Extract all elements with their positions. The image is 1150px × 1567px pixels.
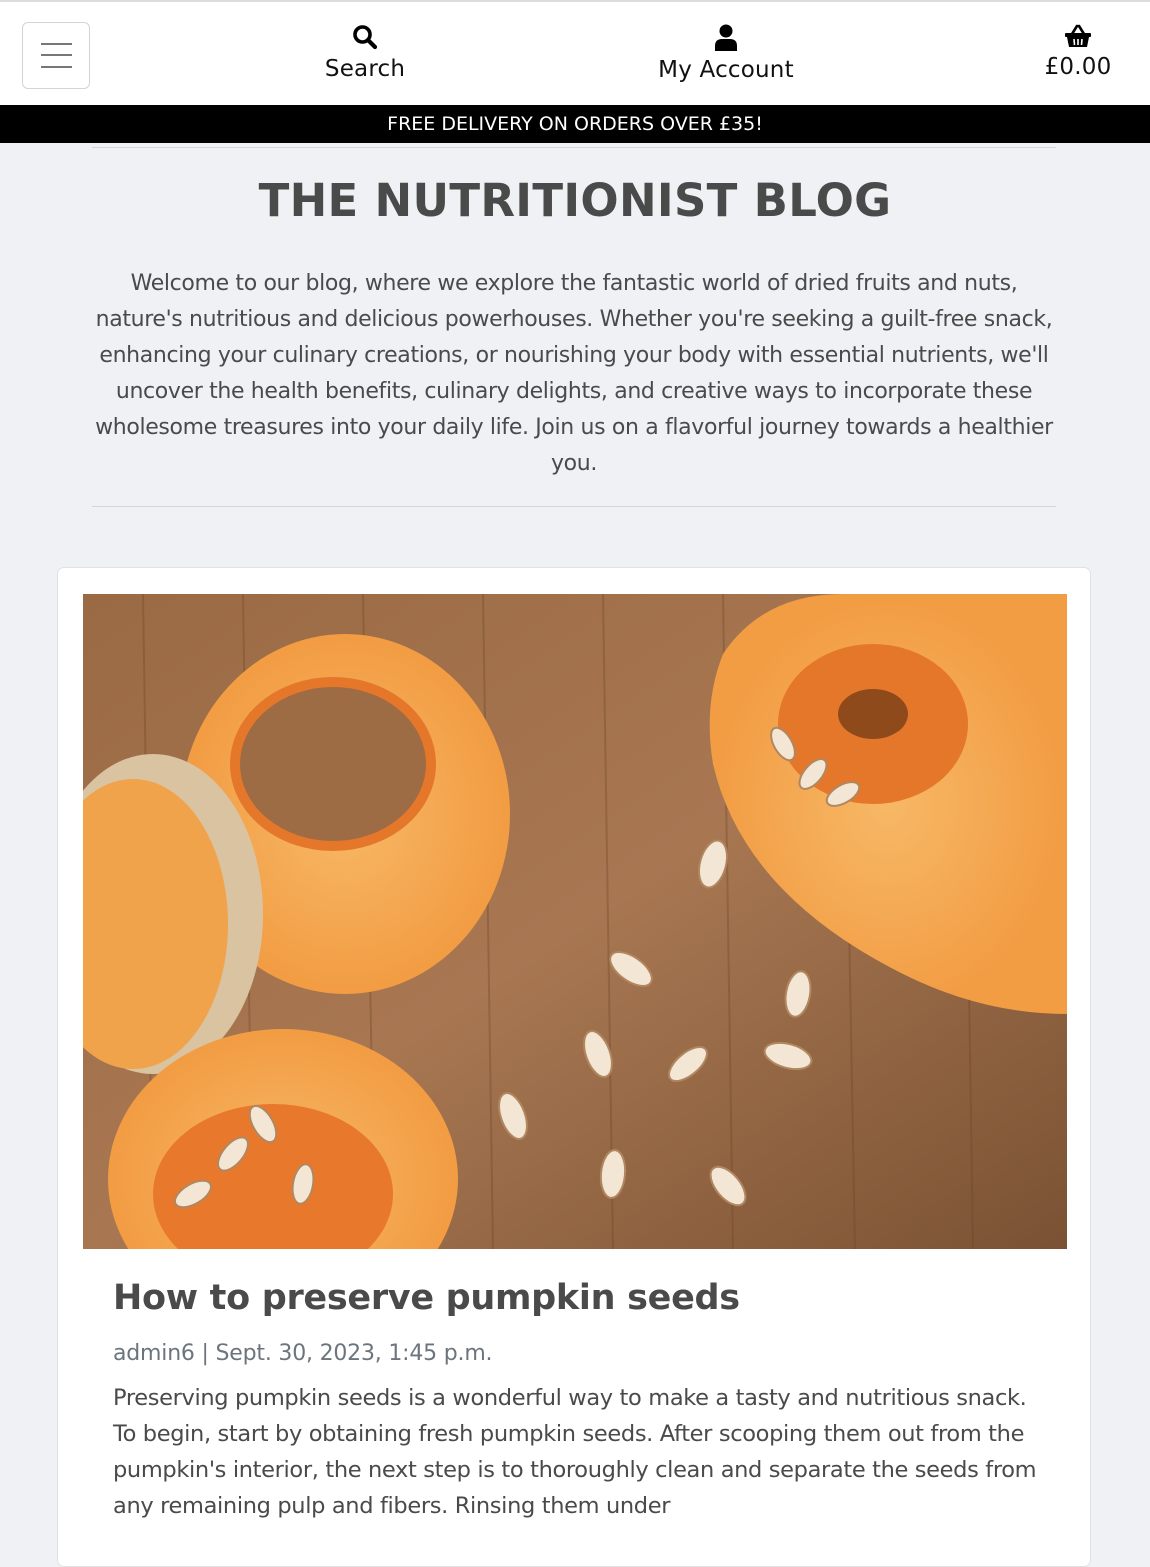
- page-title: THE NUTRITIONIST BLOG: [258, 174, 892, 227]
- divider: [92, 506, 1056, 507]
- blog-post-card[interactable]: How to preserve pumpkin seeds admin6 | S…: [57, 567, 1091, 1567]
- basket-total: £0.00: [1044, 54, 1112, 80]
- search-label: Search: [324, 56, 406, 82]
- post-excerpt: Preserving pumpkin seeds is a wonderful …: [113, 1385, 1037, 1519]
- post-image[interactable]: [83, 594, 1067, 1249]
- hamburger-menu-icon: [41, 43, 72, 45]
- my-account-label: My Account: [658, 57, 794, 83]
- basket-link[interactable]: £0.00: [1020, 24, 1136, 80]
- basket-icon: [1065, 24, 1091, 47]
- hamburger-bar: [41, 66, 72, 68]
- search-link[interactable]: Search: [300, 24, 430, 82]
- user-icon: [715, 24, 737, 51]
- top-navbar: Search My Account £0.00: [0, 0, 1150, 105]
- blog-intro: Welcome to our blog, where we explore th…: [95, 271, 1053, 476]
- my-account-link[interactable]: My Account: [636, 24, 816, 83]
- search-icon: [353, 25, 378, 50]
- divider: [92, 147, 1056, 148]
- post-meta: admin6 | Sept. 30, 2023, 1:45 p.m.: [113, 1341, 493, 1366]
- hamburger-bar: [41, 54, 72, 56]
- post-title[interactable]: How to preserve pumpkin seeds: [113, 1278, 740, 1318]
- hamburger-menu-button[interactable]: [22, 22, 90, 89]
- free-delivery-banner: FREE DELIVERY ON ORDERS OVER £35!: [0, 105, 1150, 143]
